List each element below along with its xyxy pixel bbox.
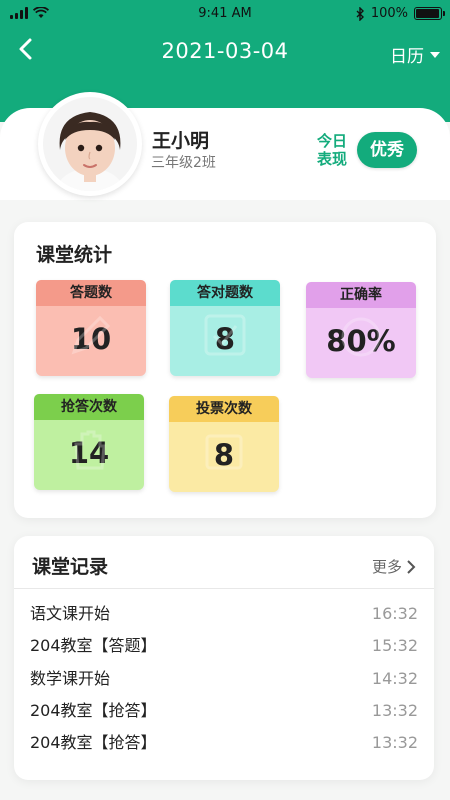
- record-item[interactable]: 204教室【抢答】 13:32: [30, 697, 418, 723]
- stats-title: 课堂统计: [36, 244, 113, 266]
- stat-tile-label: 抢答次数: [34, 394, 144, 420]
- stat-tile-accuracy[interactable]: 正确率 80%: [306, 282, 416, 378]
- record-time: 15:32: [371, 636, 418, 655]
- record-text: 数学课开始: [30, 669, 111, 688]
- record-time: 13:32: [371, 733, 418, 752]
- status-bar: 9:41 AM 100%: [0, 0, 450, 30]
- hand-icon: [74, 430, 106, 470]
- more-link[interactable]: 更多: [372, 556, 416, 577]
- calendar-dropdown[interactable]: 日历: [390, 42, 440, 67]
- chart-icon: [341, 317, 381, 357]
- rating-badge: 优秀: [357, 132, 417, 168]
- record-time: 14:32: [371, 669, 418, 688]
- divider: [14, 588, 434, 589]
- more-label: 更多: [371, 558, 402, 576]
- stat-tile-answers[interactable]: 答题数 10: [36, 280, 146, 376]
- child-portrait-icon: [41, 95, 139, 193]
- stat-tile-label: 答题数: [36, 280, 146, 306]
- record-time: 16:32: [371, 604, 418, 623]
- class-records-card: 课堂记录 更多 语文课开始 16:32 204教室【答题】 15:32 数学课开…: [14, 536, 434, 780]
- record-item[interactable]: 数学课开始 14:32: [30, 665, 418, 691]
- today-performance-label: 今日表现: [317, 132, 348, 168]
- record-text: 204教室【答题】: [30, 636, 157, 655]
- stat-tile-label: 正确率: [306, 282, 416, 308]
- calendar-label: 日历: [390, 47, 424, 67]
- battery-percent: 100%: [370, 6, 408, 21]
- record-text: 204教室【抢答】: [30, 733, 157, 752]
- record-text: 204教室【抢答】: [30, 701, 157, 720]
- avatar: [38, 92, 142, 196]
- record-time: 13:32: [371, 701, 418, 720]
- record-item[interactable]: 204教室【抢答】 13:32: [30, 729, 418, 755]
- nav-bar: 2021-03-04 日历: [0, 30, 450, 74]
- check-icon: [204, 314, 246, 356]
- record-item[interactable]: 204教室【答题】 15:32: [30, 632, 418, 658]
- ballot-icon: [205, 434, 243, 470]
- bluetooth-icon: [356, 6, 364, 21]
- date-title: 2021-03-04: [161, 39, 289, 63]
- student-name: 王小明: [152, 130, 210, 152]
- record-text: 语文课开始: [30, 604, 111, 623]
- chevron-right-icon: [407, 559, 416, 574]
- stat-tile-label: 答对题数: [170, 280, 280, 306]
- battery-icon: [414, 7, 445, 20]
- record-item[interactable]: 语文课开始 16:32: [30, 600, 418, 626]
- stat-tile-quick-answer[interactable]: 抢答次数 14: [34, 394, 144, 490]
- pencil-icon: [71, 315, 111, 355]
- caret-down-icon: [430, 51, 440, 58]
- stat-tile-label: 投票次数: [169, 396, 279, 422]
- student-class: 三年级2班: [151, 155, 216, 171]
- records-title: 课堂记录: [32, 556, 109, 578]
- stat-tile-vote[interactable]: 投票次数 8: [169, 396, 279, 492]
- class-stats-card: 课堂统计 答题数 10 答对题数 8 正确率 80% 抢答次数 14 投票次数: [14, 222, 436, 518]
- stat-tile-correct[interactable]: 答对题数 8: [170, 280, 280, 376]
